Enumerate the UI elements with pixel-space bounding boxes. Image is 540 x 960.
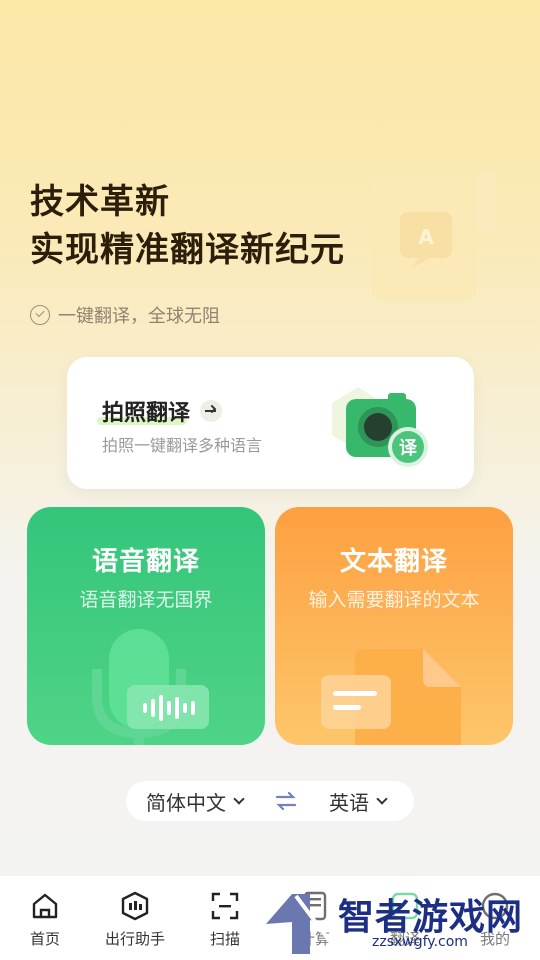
chevron-down-icon [376,793,388,805]
translate-document-illustration: A [372,172,496,302]
text-translate-description: 输入需要翻译的文本 [308,589,480,611]
home-icon [32,893,58,919]
photo-translate-description: 拍照一键翻译多种语言 [102,436,263,455]
camera-icon: 译 [332,387,428,467]
source-language-label: 简体中文 [146,790,226,815]
voice-translate-description: 语音翻译无国界 [79,589,213,611]
watermark-url: zzsxwgfy.com [372,934,468,950]
text-translate-title: 文本翻译 [339,547,448,577]
swap-languages-icon[interactable] [275,792,297,810]
target-language-dropdown[interactable]: 英语 [329,787,388,816]
svg-text:A: A [418,225,434,249]
tab-home-label: 首页 [29,930,60,948]
hero-subtitle: 一键翻译，全球无阻 [30,302,220,328]
tab-scan-label: 扫描 [209,930,240,948]
tab-travel-label: 出行助手 [104,930,165,948]
hero-title: 技术革新 实现精准翻译新纪元 [30,178,345,274]
photo-translate-card[interactable]: 拍照翻译 拍照一键翻译多种语言 译 [67,357,474,489]
scan-icon [211,892,239,920]
watermark-text: 智者游戏网 [338,897,524,938]
tab-travel[interactable]: 出行助手 [90,876,180,960]
tab-home[interactable]: 首页 [0,876,90,960]
chevron-down-icon [233,793,245,805]
check-circle-icon [30,305,50,325]
voice-translate-title: 语音翻译 [91,547,200,577]
photo-translate-label: 拍照翻译 [102,401,191,426]
arrow-right-icon [200,400,223,422]
voice-translate-tile[interactable]: 语音翻译 语音翻译无国界 [27,507,265,745]
travel-assistant-icon [121,891,149,921]
hero-title-line2: 实现精准翻译新纪元 [30,230,345,270]
hero-title-line1: 技术革新 [30,182,170,222]
photo-translate-title: 拍照翻译 [102,395,223,427]
microphone-icon [92,629,209,745]
hero-subtitle-text: 一键翻译，全球无阻 [58,306,220,327]
source-language-dropdown[interactable]: 简体中文 [146,787,245,816]
translate-badge-text: 译 [399,438,418,459]
tab-scan[interactable]: 扫描 [180,876,270,960]
text-translate-tile[interactable]: 文本翻译 输入需要翻译的文本 [275,507,513,745]
document-icon [321,649,461,745]
language-selector: 简体中文 英语 [126,781,414,821]
target-language-label: 英语 [329,790,369,815]
